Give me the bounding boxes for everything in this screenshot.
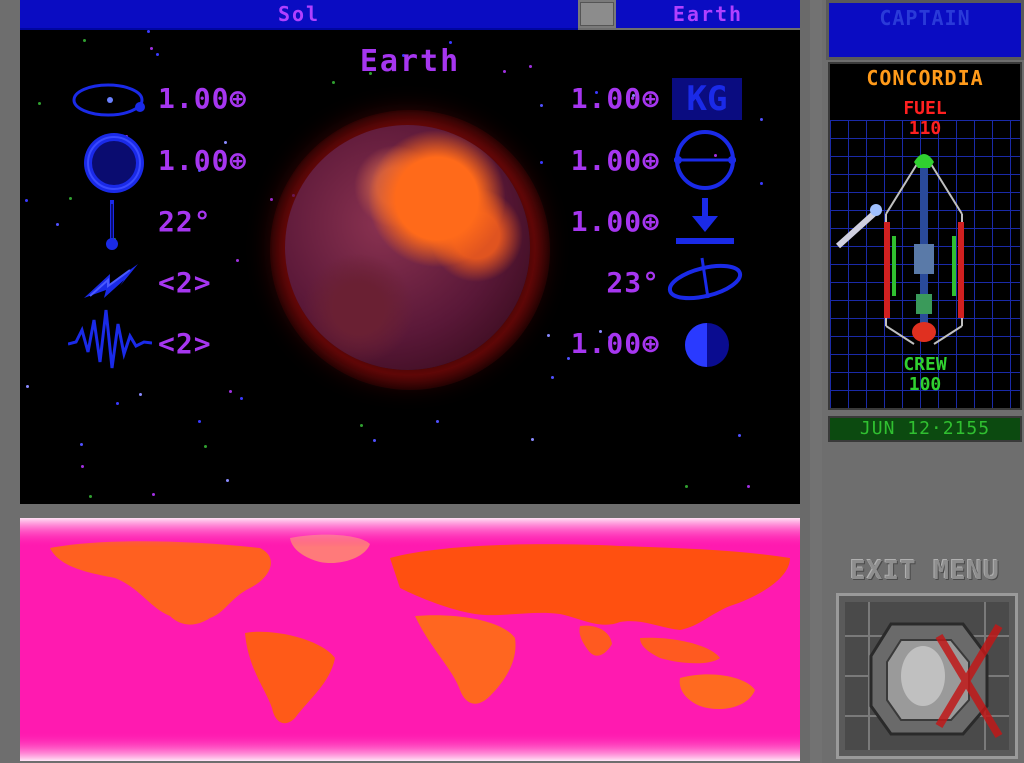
star [83,39,86,42]
star [204,445,207,448]
left-stat-thermometer-value: 22° [158,205,212,238]
surface-map-image [20,518,800,761]
seismic-wave-icon [68,309,152,369]
kg-label: KG [686,79,728,119]
star [80,443,83,446]
toggle-button[interactable] [580,2,614,26]
star [240,397,243,400]
right-stat-gravity-value: 1.00⊕ [570,205,660,238]
stardate: JUN 12·2155 [859,418,991,439]
day-night-icon [685,323,729,367]
star [26,385,29,388]
star [152,493,155,496]
star [198,420,201,423]
panel-divider [800,0,810,763]
star [226,479,229,482]
star [332,81,335,84]
left-stat-planet-size-value: 1.00⊕ [158,144,248,177]
exit-menu-label: EXIT MENU [850,556,1000,586]
rank-label: CAPTAIN [879,6,971,30]
star [147,30,150,33]
left-stat-lightning-value: <2> [158,266,212,299]
fuel-label: FUEL [903,98,947,119]
star [89,495,92,498]
ship-icon [835,154,964,345]
ship-status-panel[interactable]: CONCORDIA FUEL 110 CREW 100 [828,62,1022,410]
planet-globe[interactable] [285,125,530,370]
star [738,434,741,437]
planet-name-bar[interactable]: Earth [616,0,800,28]
atmosphere-icon [674,130,736,190]
star [38,102,41,105]
fuel-value: 110 [908,118,942,139]
exit-door-icon [845,602,1009,750]
star [116,402,119,405]
planet-title: Earth [359,44,461,79]
star [531,438,534,441]
left-stat-orbit-value: 1.00⊕ [158,82,248,115]
left-stat-seismic-wave-value: <2> [158,327,212,360]
star [69,197,72,200]
ship-name: CONCORDIA [866,66,984,90]
star [236,259,239,262]
star [373,439,376,442]
system-name-bar[interactable]: Sol [20,0,578,30]
right-stat-mass-kg-value: 1.00⊕ [570,82,660,115]
gravity-icon [676,198,734,244]
axial-tilt-icon [667,257,743,301]
star [25,199,28,202]
thermometer-icon [106,200,118,250]
right-stat-atmosphere-value: 1.00⊕ [570,144,660,177]
exit-menu-button[interactable] [836,593,1018,759]
mass-kg-icon: KG [672,78,742,120]
planet-view: Earth 1.00⊕ 1.00⊕ 22° <2> <2> 1.00⊕ 1.00⊕ 1.00… [20,30,800,504]
surface-map[interactable] [20,518,800,761]
star [360,424,363,427]
star [760,118,763,121]
right-stat-day-night-value: 1.00⊕ [570,327,660,360]
orbit-icon [72,83,145,117]
right-stat-axial-tilt-value: 23° [606,266,660,299]
star [685,485,688,488]
planet-size-icon [84,133,144,193]
system-name: Sol [277,2,321,26]
star [436,420,439,423]
planet-name-tab: Earth [672,2,744,26]
star [56,223,59,226]
lightning-icon [84,264,138,298]
crew-value: 100 [908,374,942,395]
crew-label: CREW [903,354,947,375]
star [747,485,750,488]
star [139,393,142,396]
star [229,390,232,393]
star [551,376,554,379]
panel-divider-right [810,0,822,763]
star [270,198,273,201]
star [760,182,763,185]
star [81,465,84,468]
